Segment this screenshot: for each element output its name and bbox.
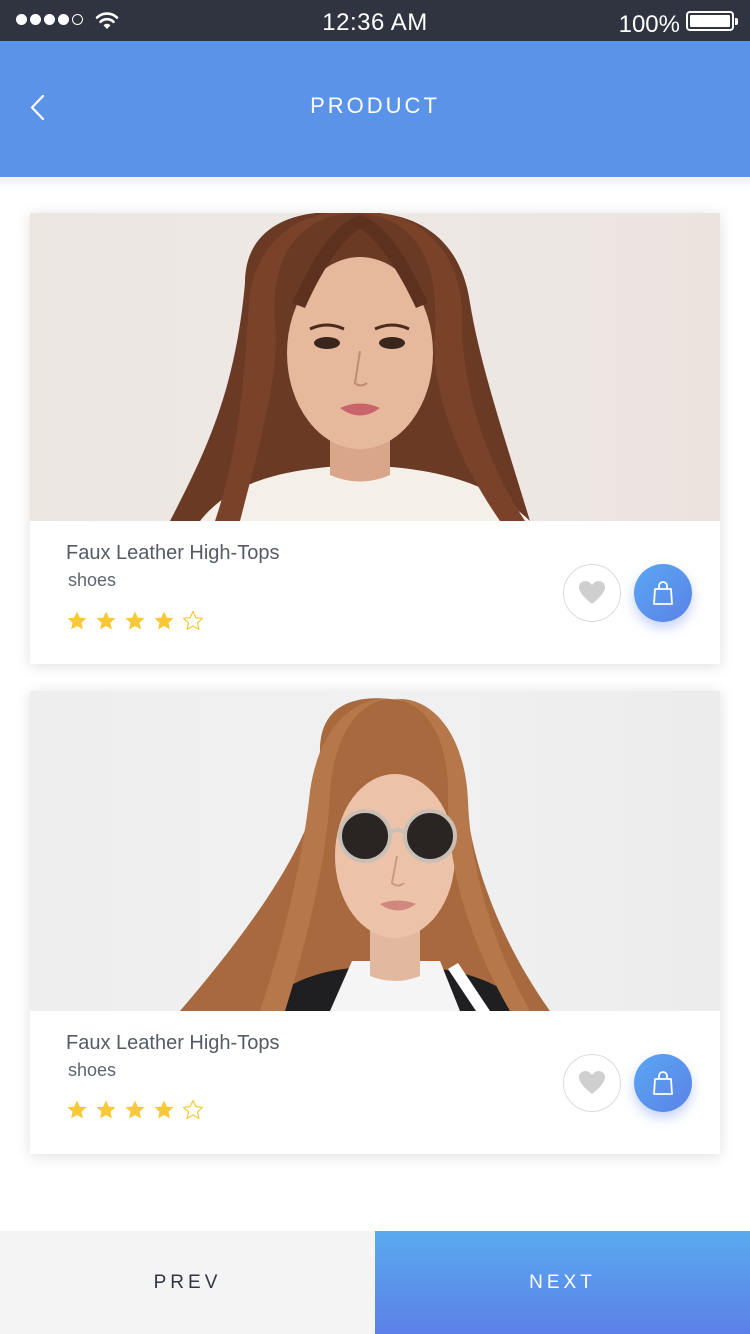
battery-icon xyxy=(686,11,738,31)
page-title: PRODUCT xyxy=(310,93,440,118)
star-filled-icon xyxy=(67,1100,87,1119)
star-filled-icon xyxy=(96,611,116,630)
product-name: Faux Leather High-Tops xyxy=(66,542,280,564)
heart-icon xyxy=(579,581,605,604)
add-to-cart-button[interactable] xyxy=(634,1054,692,1112)
battery-fill xyxy=(690,15,730,27)
product-photo-woman-sunglasses xyxy=(180,698,550,1011)
star-filled-icon xyxy=(154,1100,174,1119)
star-empty-icon xyxy=(182,1099,204,1119)
battery-nub xyxy=(735,18,738,25)
star-filled-icon xyxy=(96,1100,116,1119)
product-name: Faux Leather High-Tops xyxy=(66,1032,280,1054)
product-photo-woman-brown-hair xyxy=(170,213,530,521)
prev-button[interactable]: PREV xyxy=(0,1231,375,1334)
star-filled-icon xyxy=(154,611,174,630)
favorite-button[interactable] xyxy=(563,1054,621,1112)
navigation-header: PRODUCT xyxy=(0,41,750,177)
add-to-cart-button[interactable] xyxy=(634,564,692,622)
favorite-button[interactable] xyxy=(563,564,621,622)
star-filled-icon xyxy=(67,611,87,630)
product-photo xyxy=(30,213,720,521)
star-rating xyxy=(66,1099,204,1121)
star-filled-icon xyxy=(125,1100,145,1119)
shopping-bag-icon xyxy=(653,581,673,605)
star-rating xyxy=(66,610,204,632)
pagination-footer: PREV NEXT xyxy=(0,1231,750,1334)
status-bar: 12:36 AM 100% xyxy=(0,0,750,41)
heart-icon xyxy=(579,1071,605,1094)
star-empty-icon xyxy=(182,610,204,630)
header-shadow xyxy=(0,177,750,191)
battery-percent: 100% xyxy=(618,11,680,38)
shopping-bag-icon xyxy=(653,1071,673,1095)
product-category: shoes xyxy=(68,1060,117,1080)
product-card[interactable]: Faux Leather High-Tops shoes xyxy=(30,691,720,1154)
next-button[interactable]: NEXT xyxy=(375,1231,750,1334)
product-photo xyxy=(30,691,720,1011)
product-category: shoes xyxy=(68,570,117,590)
star-filled-icon xyxy=(125,611,145,630)
product-card[interactable]: Faux Leather High-Tops shoes xyxy=(30,213,720,664)
